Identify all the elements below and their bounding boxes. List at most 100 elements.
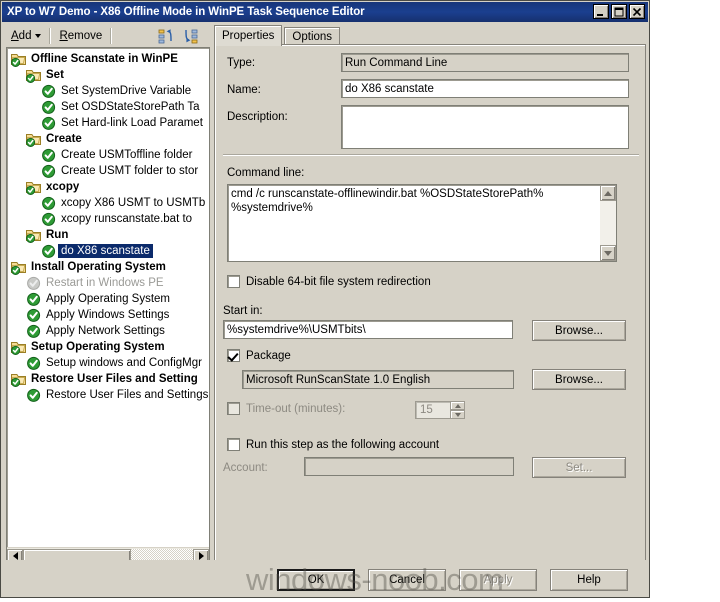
ok-button[interactable]: OK [277, 569, 355, 591]
scroll-down-button[interactable] [600, 245, 616, 261]
task-sequence-editor-window: XP to W7 Demo - X86 Offline Mode in WinP… [0, 0, 650, 598]
timeout-checkbox[interactable] [227, 402, 240, 415]
task-sequence-tree-panel[interactable]: Offline Scanstate in WinPE Set Set SystemD… [6, 47, 210, 565]
description-input[interactable] [341, 105, 629, 149]
tree-item[interactable]: Setup Operating System [7, 339, 209, 355]
folder-icon [11, 261, 26, 275]
close-icon [632, 7, 642, 16]
timeout-increment-button[interactable] [450, 401, 465, 410]
scrollbar-track-vertical[interactable] [600, 201, 616, 245]
folder-icon-wrap [26, 68, 42, 83]
tree-item[interactable]: Run [7, 227, 209, 243]
timeout-decrement-button[interactable] [450, 410, 465, 419]
tree-item-label: Install Operating System [31, 261, 166, 273]
minimize-icon [597, 13, 603, 16]
tree-item[interactable]: Apply Windows Settings [7, 307, 209, 323]
tree-item[interactable]: Restart in Windows PE [7, 275, 209, 291]
folder-icon [26, 229, 41, 243]
tree-item[interactable]: xcopy [7, 179, 209, 195]
tab-properties[interactable]: Properties [214, 25, 283, 46]
folder-icon-wrap [26, 228, 42, 243]
tree-item-label: Restore User Files and Setting [31, 373, 198, 385]
folder-icon-wrap [11, 340, 27, 355]
chevron-down-icon [35, 34, 42, 38]
disable-redirection-label: Disable 64-bit file system redirection [246, 276, 431, 288]
tree-item[interactable]: Create [7, 131, 209, 147]
move-step-down-button[interactable] [181, 27, 200, 45]
tree-item[interactable]: Apply Operating System [7, 291, 209, 307]
step-enabled-icon [27, 324, 41, 338]
account-input[interactable] [304, 457, 514, 476]
add-button[interactable]: Add [5, 28, 47, 44]
tree-item[interactable]: Apply Network Settings [7, 323, 209, 339]
account-label: Account: [223, 462, 268, 474]
scroll-left-icon [12, 552, 18, 560]
command-line-value: cmd /c runscanstate-offlinewindir.bat %O… [231, 188, 544, 214]
stepper-down-icon [454, 412, 461, 417]
tree-item[interactable]: do X86 scanstate [7, 243, 209, 259]
command-line-input[interactable]: cmd /c runscanstate-offlinewindir.bat %O… [227, 184, 617, 262]
step-icon-wrap [26, 388, 42, 403]
scroll-up-button[interactable] [600, 185, 616, 201]
step-enabled-icon [42, 196, 56, 210]
tree-item-label: Create [46, 133, 82, 145]
tree-item-label: Set OSDStateStorePath Ta [61, 101, 200, 113]
step-enabled-icon [42, 148, 56, 162]
tree-item[interactable]: Set SystemDrive Variable [7, 83, 209, 99]
maximize-button[interactable] [611, 4, 627, 19]
tree-item[interactable]: Offline Scanstate in WinPE [7, 51, 209, 67]
package-checkbox[interactable] [227, 349, 240, 362]
close-button[interactable] [629, 4, 645, 19]
start-in-input[interactable]: %systemdrive%\USMTbits\ [223, 320, 513, 339]
tab-properties-label: Properties [222, 30, 275, 42]
tab-options[interactable]: Options [284, 27, 341, 45]
step-icon-wrap [41, 196, 57, 211]
scroll-up-icon [604, 190, 612, 196]
tree-item[interactable]: Create USMT folder to stor [7, 163, 209, 179]
title-bar[interactable]: XP to W7 Demo - X86 Offline Mode in WinP… [2, 2, 648, 22]
cancel-button[interactable]: Cancel [368, 569, 446, 591]
remove-button[interactable]: Remove [53, 28, 108, 44]
run-as-account-checkbox[interactable] [227, 438, 240, 451]
command-line-vertical-scrollbar[interactable] [600, 185, 616, 261]
task-sequence-tree: Offline Scanstate in WinPE Set Set SystemD… [7, 48, 209, 403]
disable-redirection-checkbox[interactable] [227, 275, 240, 288]
step-enabled-icon [42, 100, 56, 114]
window-controls [593, 4, 645, 19]
tree-item[interactable]: Set OSDStateStorePath Ta [7, 99, 209, 115]
tree-item[interactable]: Restore User Files and Setting [7, 371, 209, 387]
folder-icon [11, 53, 26, 67]
step-icon-wrap [41, 244, 57, 259]
account-set-button[interactable]: Set... [532, 457, 626, 478]
step-enabled-icon [27, 308, 41, 322]
name-input[interactable]: do X86 scanstate [341, 79, 629, 98]
tree-item[interactable]: Create USMToffline folder [7, 147, 209, 163]
help-button[interactable]: Help [550, 569, 628, 591]
folder-icon [26, 133, 41, 147]
apply-button[interactable]: Apply [459, 569, 537, 591]
package-browse-button[interactable]: Browse... [532, 369, 626, 390]
timeout-stepper[interactable] [450, 401, 465, 419]
minimize-button[interactable] [593, 4, 609, 19]
tree-item[interactable]: Set [7, 67, 209, 83]
tree-item-label: Create USMT folder to stor [61, 165, 199, 177]
window-title: XP to W7 Demo - X86 Offline Mode in WinP… [7, 6, 365, 18]
tree-item[interactable]: xcopy runscanstate.bat to [7, 211, 209, 227]
tree-item-label: Create USMToffline folder [61, 149, 193, 161]
tree-item[interactable]: Install Operating System [7, 259, 209, 275]
folder-icon-wrap [11, 372, 27, 387]
tree-item[interactable]: xcopy X86 USMT to USMTb [7, 195, 209, 211]
maximize-icon [614, 7, 624, 16]
editor-toolbar: Add Remove [5, 25, 210, 47]
tree-item[interactable]: Set Hard-link Load Paramet [7, 115, 209, 131]
step-enabled-icon [42, 212, 56, 226]
description-label: Description: [227, 111, 288, 123]
start-in-browse-button[interactable]: Browse... [532, 320, 626, 341]
move-step-up-button[interactable] [157, 27, 176, 45]
tree-item[interactable]: Setup windows and ConfigMgr [7, 355, 209, 371]
folder-icon-wrap [26, 132, 42, 147]
step-icon-wrap [41, 84, 57, 99]
tree-item[interactable]: Restore User Files and Settings [7, 387, 209, 403]
folder-icon [11, 341, 26, 355]
tree-scroll-viewport: Offline Scanstate in WinPE Set Set SystemD… [7, 48, 209, 547]
